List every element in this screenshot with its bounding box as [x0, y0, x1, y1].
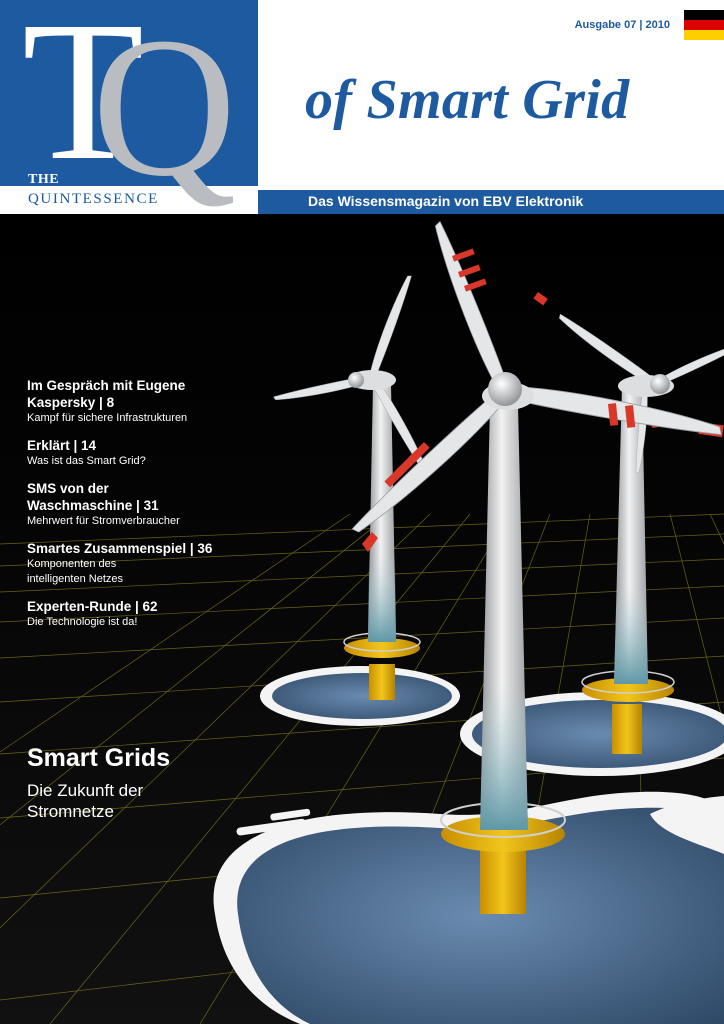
toc-description: Kampf für sichere Infrastrukturen — [27, 412, 188, 424]
table-of-contents: Im Gespräch mit Eugene Kaspersky | 8 Kam… — [27, 377, 287, 641]
subtitle-bar: Das Wissensmagazin von EBV Elektronik — [258, 190, 724, 214]
lead-story-subtitle: Die Zukunft der Stromnetze — [27, 781, 144, 821]
issue-number: Ausgabe 07 | 2010 — [574, 19, 670, 31]
toc-description: Was ist das Smart Grid? — [27, 455, 146, 467]
tq-logo[interactable]: T Q THE QUINTESSENCE — [0, 0, 258, 214]
logo-quintessence: QUINTESSENCE — [28, 191, 159, 207]
toc-item[interactable]: SMS von der Waschmaschine | 31 Mehrwert … — [27, 480, 287, 529]
toc-description: Komponenten des intelligenten Netzes — [27, 558, 124, 585]
toc-item[interactable]: Experten-Runde | 62 Die Technologie ist … — [27, 598, 287, 630]
magazine-cover: T Q THE QUINTESSENCE Ausgabe 07 | 2010 o… — [0, 0, 724, 1024]
logo-letter-q: Q — [92, 0, 237, 214]
toc-item[interactable]: Erklärt | 14 Was ist das Smart Grid? — [27, 437, 287, 469]
toc-heading: Im Gespräch mit Eugene Kaspersky | 8 — [27, 378, 186, 410]
toc-description: Die Technologie ist da! — [27, 616, 138, 628]
toc-heading: Smartes Zusammenspiel | 36 — [27, 541, 213, 556]
german-flag-icon — [684, 10, 724, 40]
toc-item[interactable]: Smartes Zusammenspiel | 36 Komponenten d… — [27, 540, 287, 587]
lead-story-title: Smart Grids — [27, 744, 171, 772]
toc-description: Mehrwert für Stromverbraucher — [27, 515, 180, 527]
magazine-subtitle: Das Wissensmagazin von EBV Elektronik — [308, 193, 584, 209]
toc-item[interactable]: Im Gespräch mit Eugene Kaspersky | 8 Kam… — [27, 377, 287, 426]
magazine-title: of Smart Grid — [305, 69, 630, 131]
logo-the: THE — [28, 172, 60, 187]
toc-heading: Erklärt | 14 — [27, 438, 97, 453]
toc-heading: Experten-Runde | 62 — [27, 599, 158, 614]
toc-heading: SMS von der Waschmaschine | 31 — [27, 481, 159, 513]
